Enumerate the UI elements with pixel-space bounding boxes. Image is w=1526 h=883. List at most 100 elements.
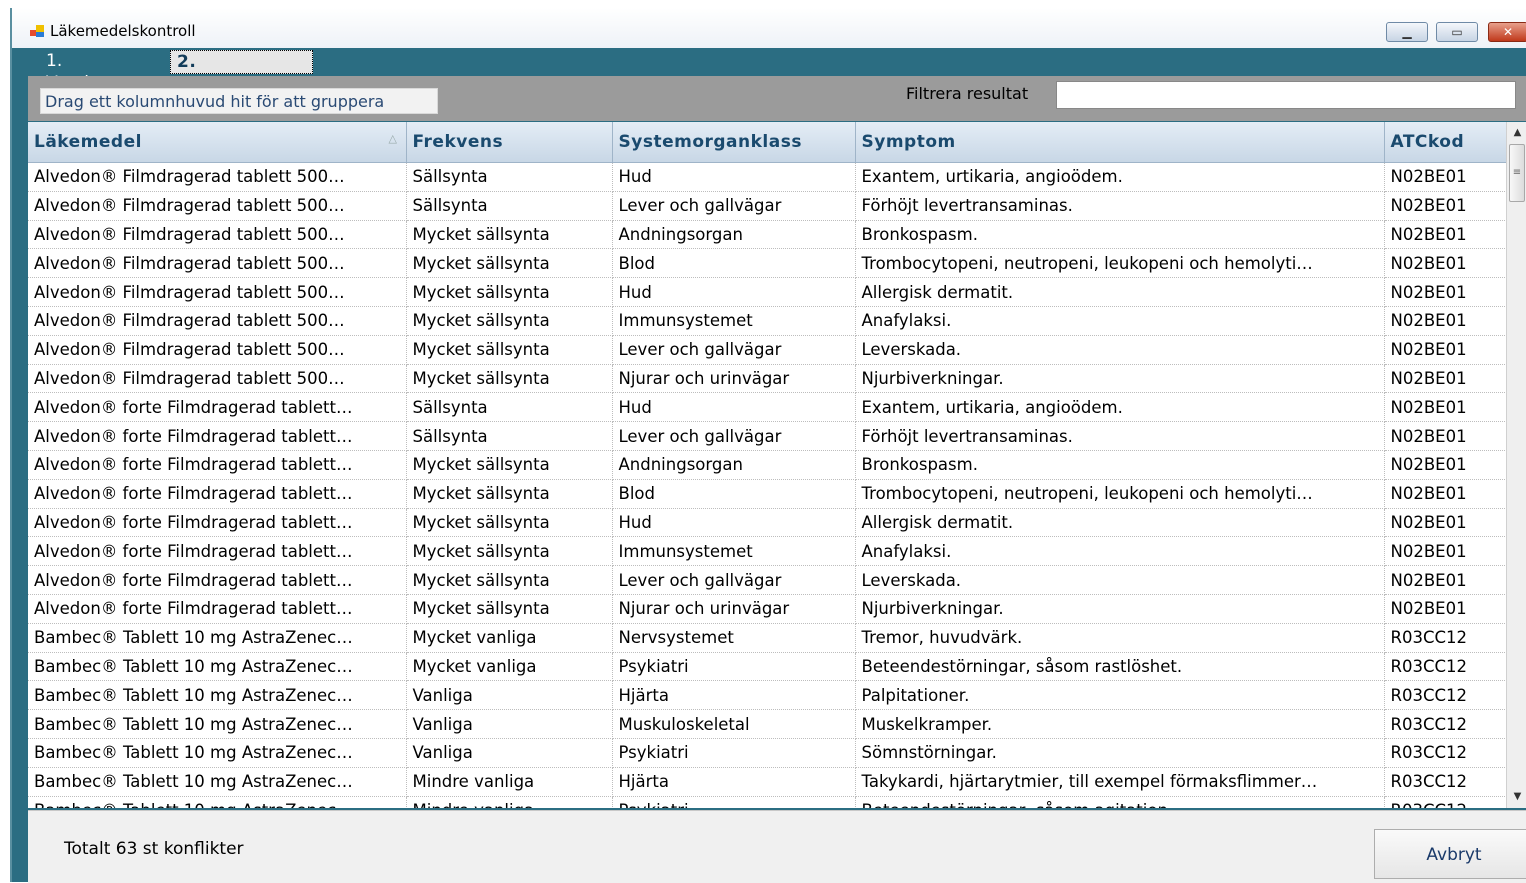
table-row[interactable]: Alvedon® forte Filmdragerad tablett… Säll… xyxy=(28,392,1507,423)
table-row[interactable]: Bambec® Tablett 10 mg AstraZenec… Vanliga… xyxy=(28,680,1507,711)
table-cell: Hjärta xyxy=(612,680,856,711)
table-cell: N02BE01 xyxy=(1384,536,1507,567)
table-cell: Leverskada. xyxy=(855,565,1385,595)
table-cell: Bronkospasm. xyxy=(855,220,1385,250)
vertical-scrollbar[interactable]: ▲ ≡ ▼ xyxy=(1506,122,1526,808)
scroll-thumb[interactable]: ≡ xyxy=(1509,144,1525,202)
table-cell: Sällsynta xyxy=(406,421,613,451)
table-cell: Hud xyxy=(612,508,856,538)
table-cell: N02BE01 xyxy=(1384,277,1507,307)
table-cell: N02BE01 xyxy=(1384,364,1507,394)
table-cell: Takykardi, hjärtarytmier, till exempel f… xyxy=(855,767,1385,797)
table-cell: Lever och gallvägar xyxy=(612,565,856,595)
filter-label: Filtrera resultat xyxy=(906,84,1029,103)
table-cell: Allergisk dermatit. xyxy=(855,508,1385,538)
tab-biverkningar[interactable]: 2. Biverkningar xyxy=(170,50,314,94)
table-cell: N02BE01 xyxy=(1384,508,1507,538)
table-cell: Alvedon® forte Filmdragerad tablett… xyxy=(28,594,407,624)
table-cell: N02BE01 xyxy=(1384,162,1507,192)
table-row[interactable]: Alvedon® Filmdragerad tablett 500… Mycket… xyxy=(28,248,1507,279)
table-cell: Mycket sällsynta xyxy=(406,248,613,279)
table-row[interactable]: Alvedon® forte Filmdragerad tablett… Myck… xyxy=(28,450,1507,480)
table-row[interactable]: Alvedon® forte Filmdragerad tablett… Myck… xyxy=(28,594,1507,624)
table-cell: Mindre vanliga xyxy=(406,796,613,808)
table-cell: R03CC12 xyxy=(1384,623,1507,653)
table-cell: Hjärta xyxy=(612,767,856,797)
table-cell: N02BE01 xyxy=(1384,335,1507,365)
table-cell: Mycket sällsynta xyxy=(406,536,613,567)
column-header-atckod[interactable]: ATCkod xyxy=(1384,122,1507,163)
table-row[interactable]: Alvedon® Filmdragerad tablett 500… Sällsy… xyxy=(28,191,1507,221)
table-cell: Njurbiverkningar. xyxy=(855,364,1385,394)
table-row[interactable]: Alvedon® Filmdragerad tablett 500… Mycket… xyxy=(28,335,1507,365)
close-button[interactable]: ✕ xyxy=(1488,22,1526,42)
minimize-button[interactable]: ▁ xyxy=(1386,22,1428,42)
table-row[interactable]: Bambec® Tablett 10 mg AstraZenec… Mycket … xyxy=(28,652,1507,682)
table-cell: Anafylaksi. xyxy=(855,306,1385,336)
table-row[interactable]: Alvedon® Filmdragerad tablett 500… Mycket… xyxy=(28,306,1507,336)
table-row[interactable]: Alvedon® Filmdragerad tablett 500… Mycket… xyxy=(28,364,1507,394)
table-row[interactable]: Alvedon® Filmdragerad tablett 500… Mycket… xyxy=(28,277,1507,307)
table-cell: Sömnstörningar. xyxy=(855,738,1385,768)
table-cell: Bambec® Tablett 10 mg AstraZenec… xyxy=(28,796,407,808)
table-cell: Njurar och urinvägar xyxy=(612,594,856,624)
table-row[interactable]: Alvedon® forte Filmdragerad tablett… Säll… xyxy=(28,421,1507,451)
column-header-frekvens[interactable]: Frekvens xyxy=(406,122,613,163)
table-row[interactable]: Alvedon® forte Filmdragerad tablett… Myck… xyxy=(28,565,1507,595)
column-header-lakemedel[interactable]: Läkemedel △ xyxy=(28,122,407,163)
table-cell: Sällsynta xyxy=(406,162,613,192)
table-row[interactable]: Bambec® Tablett 10 mg AstraZenec… Vanliga… xyxy=(28,738,1507,768)
table-row[interactable]: Alvedon® forte Filmdragerad tablett… Myck… xyxy=(28,508,1507,538)
table-cell: Alvedon® Filmdragerad tablett 500… xyxy=(28,162,407,192)
main-window: Läkemedelskontroll ▁ ▭ ✕ 1. Varningar 2.… xyxy=(10,8,1526,883)
table-cell: N02BE01 xyxy=(1384,450,1507,480)
table-cell: Mycket sällsynta xyxy=(406,220,613,250)
table-cell: R03CC12 xyxy=(1384,796,1507,808)
table-cell: Sällsynta xyxy=(406,191,613,221)
table-cell: Mycket sällsynta xyxy=(406,594,613,624)
table-cell: Alvedon® forte Filmdragerad tablett… xyxy=(28,479,407,509)
table-cell: Bambec® Tablett 10 mg AstraZenec… xyxy=(28,767,407,797)
app-icon xyxy=(30,25,44,38)
table-cell: Bambec® Tablett 10 mg AstraZenec… xyxy=(28,738,407,768)
table-row[interactable]: Bambec® Tablett 10 mg AstraZenec…Mindre … xyxy=(28,767,1507,797)
table-cell: R03CC12 xyxy=(1384,680,1507,711)
scroll-down-icon[interactable]: ▼ xyxy=(1507,788,1526,806)
tab-varningar[interactable]: 1. Varningar xyxy=(40,50,134,93)
table-cell: Mindre vanliga xyxy=(406,767,613,797)
group-drop-area[interactable]: Drag ett kolumnhuvud hit för att grupper… xyxy=(40,88,438,114)
results-table: Läkemedel △ Frekvens Systemorganklass Sym… xyxy=(28,122,1507,808)
table-cell: Lever och gallvägar xyxy=(612,191,856,221)
table-cell: Lever och gallvägar xyxy=(612,421,856,451)
table-cell: Alvedon® Filmdragerad tablett 500… xyxy=(28,364,407,394)
header-row: Läkemedel △ Frekvens Systemorganklass Sym… xyxy=(28,122,1507,163)
column-header-systemorganklass[interactable]: Systemorganklass xyxy=(612,122,856,163)
cancel-button[interactable]: Avbryt xyxy=(1374,829,1526,879)
scroll-up-icon[interactable]: ▲ xyxy=(1507,124,1526,142)
table-cell: R03CC12 xyxy=(1384,767,1507,797)
table-cell: Mycket sällsynta xyxy=(406,306,613,336)
title-bar: Läkemedelskontroll ▁ ▭ ✕ xyxy=(12,8,1526,48)
table-cell: Alvedon® Filmdragerad tablett 500… xyxy=(28,220,407,250)
column-header-symptom[interactable]: Symptom xyxy=(855,122,1385,163)
table-row[interactable]: Alvedon® forte Filmdragerad tablett… Myck… xyxy=(28,479,1507,509)
table-cell: Mycket sällsynta xyxy=(406,479,613,509)
table-cell: Immunsystemet xyxy=(612,536,856,567)
table-cell: Leverskada. xyxy=(855,335,1385,365)
table-cell: Beteendestörningar, såsom agitation. xyxy=(855,796,1385,808)
filter-input[interactable] xyxy=(1056,81,1516,109)
table-row[interactable]: Alvedon® Filmdragerad tablett 500… Mycket… xyxy=(28,220,1507,250)
table-cell: N02BE01 xyxy=(1384,421,1507,451)
table-cell: Alvedon® forte Filmdragerad tablett… xyxy=(28,565,407,595)
table-cell: Andningsorgan xyxy=(612,450,856,480)
table-cell: Alvedon® forte Filmdragerad tablett… xyxy=(28,421,407,451)
table-row[interactable]: Bambec® Tablett 10 mg AstraZenec…Mindre … xyxy=(28,796,1507,808)
table-row[interactable]: Bambec® Tablett 10 mg AstraZenec… Vanliga… xyxy=(28,709,1507,739)
maximize-button[interactable]: ▭ xyxy=(1436,22,1478,42)
table-row[interactable]: Alvedon® Filmdragerad tablett 500… Sällsy… xyxy=(28,162,1507,192)
table-cell: Alvedon® Filmdragerad tablett 500… xyxy=(28,306,407,336)
table-row[interactable]: Bambec® Tablett 10 mg AstraZenec… Mycket … xyxy=(28,623,1507,653)
table-row[interactable]: Alvedon® forte Filmdragerad tablett… Myck… xyxy=(28,536,1507,567)
table-cell: Tremor, huvudvärk. xyxy=(855,623,1385,653)
table-cell: Alvedon® forte Filmdragerad tablett… xyxy=(28,392,407,423)
